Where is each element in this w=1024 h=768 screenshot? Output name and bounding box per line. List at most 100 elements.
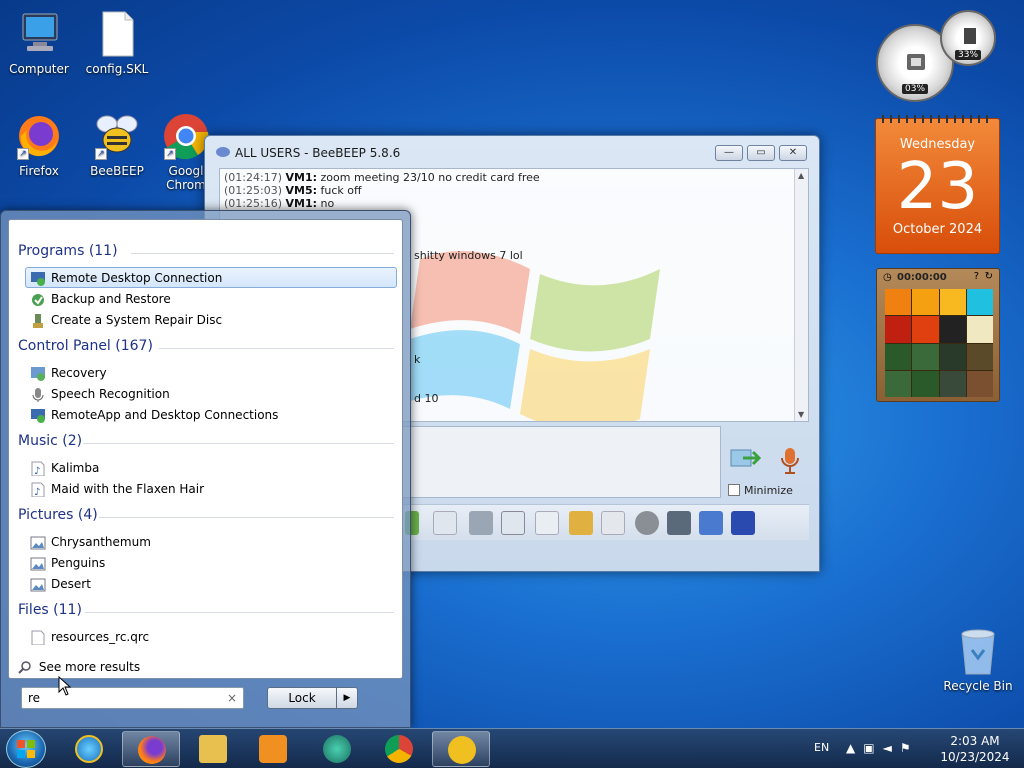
puzzle-timer: 00:00:00 [897, 272, 947, 283]
result-chrysanthemum[interactable]: Chrysanthemum [25, 531, 397, 552]
windows-logo-watermark [410, 251, 660, 421]
music-note-icon[interactable] [501, 511, 525, 535]
restore-button[interactable]: ▭ [747, 145, 775, 161]
code-icon[interactable] [601, 511, 625, 535]
start-menu[interactable]: Programs (11) Remote Desktop Connection … [0, 210, 411, 728]
cpu-meter-gadget[interactable]: 03% 33% [874, 8, 1000, 104]
taskbar-beebeep[interactable] [432, 731, 490, 767]
chat-message: (01:25:03) VM5: fuck off [224, 184, 362, 197]
group-programs: Programs (11) [18, 243, 118, 259]
taskbar: EN ▲▣◄⚑ 2:03 AM 10/23/2024 [0, 728, 1024, 768]
remote-desktop-icon [31, 272, 45, 286]
shortcut-arrow-icon: ↗ [95, 148, 107, 160]
download-icon[interactable] [433, 511, 457, 535]
search-results-panel: Programs (11) Remote Desktop Connection … [8, 219, 403, 679]
result-create-system-repair-disc[interactable]: Create a System Repair Disc [25, 309, 397, 330]
desktop-icon-firefox[interactable]: ↗ Firefox [0, 112, 78, 178]
taskbar-explorer[interactable] [184, 731, 242, 767]
edit-icon[interactable] [699, 511, 723, 535]
save-file-icon[interactable] [535, 511, 559, 535]
font-icon[interactable] [469, 511, 493, 535]
chrome-icon: ↗ [162, 112, 210, 160]
system-tray[interactable]: ▲▣◄⚑ [846, 741, 919, 755]
help-icon[interactable]: ? [974, 271, 979, 282]
repair-disc-icon [33, 314, 43, 328]
taskbar-ie[interactable] [60, 731, 118, 767]
start-button[interactable] [6, 730, 46, 768]
calendar-gadget[interactable]: Wednesday 23 October 2024 [875, 115, 1000, 254]
calendar-day: 23 [896, 150, 979, 224]
computer-icon [15, 10, 63, 58]
network-icon[interactable]: ▣ [863, 741, 882, 755]
scroll-down-icon[interactable]: ▼ [798, 410, 804, 419]
taskbar-media-player[interactable] [244, 731, 302, 767]
recovery-icon [31, 367, 45, 381]
bee-icon: ↗ [93, 112, 141, 160]
result-resources-rc-qrc[interactable]: resources_rc.qrc [25, 626, 397, 647]
group-control-panel: Control Panel (167) [18, 338, 153, 354]
screenshot-icon[interactable] [667, 511, 691, 535]
desktop-icon-recycle-bin[interactable]: Recycle Bin [940, 628, 1016, 693]
chat-scrollbar[interactable]: ▲ ▼ [794, 169, 808, 421]
window-titlebar[interactable]: ALL USERS - BeeBEEP 5.8.6 — ▭ ✕ [205, 136, 819, 168]
result-remoteapp-desktop-connections[interactable]: RemoteApp and Desktop Connections [25, 404, 397, 425]
send-icon[interactable] [729, 446, 761, 472]
image-file-icon [30, 578, 46, 592]
group-divider [131, 253, 394, 254]
result-remote-desktop-connection[interactable]: Remote Desktop Connection [25, 267, 397, 288]
taskbar-firefox[interactable] [122, 731, 180, 767]
lock-button[interactable]: Lock [267, 687, 337, 709]
recycle-bin-icon [961, 629, 995, 675]
desktop-icon-beebeep[interactable]: ↗ BeeBEEP [78, 112, 156, 178]
result-desert[interactable]: Desert [25, 573, 397, 594]
desktop-icon-computer[interactable]: Computer [0, 10, 78, 76]
language-indicator[interactable]: EN [814, 741, 829, 754]
firefox-icon: ↗ [15, 112, 63, 160]
cpu-chip-icon [907, 54, 925, 70]
minimize-button[interactable]: — [715, 145, 743, 161]
window-title: ALL USERS - BeeBEEP 5.8.6 [235, 146, 401, 160]
minimize-checkbox[interactable]: Minimize [728, 484, 793, 497]
result-recovery[interactable]: Recovery [25, 362, 397, 383]
clock-icon[interactable]: ◷ [883, 272, 892, 283]
memory-gauge: 33% [940, 10, 996, 66]
record-icon[interactable] [635, 511, 659, 535]
taskbar-chrome[interactable] [370, 731, 428, 767]
shortcut-arrow-icon: ↗ [17, 148, 29, 160]
taskbar-app[interactable] [308, 731, 366, 767]
desktop-icon-label: Recycle Bin [943, 679, 1013, 693]
backup-icon [32, 294, 44, 306]
result-kalimba[interactable]: ♪ Kalimba [25, 457, 397, 478]
chat-message: (01:25:16) VM1: no [224, 197, 335, 210]
clock-time: 2:03 AM [950, 734, 1000, 748]
folder-send-icon[interactable] [569, 511, 593, 535]
save-icon[interactable] [731, 511, 755, 535]
scroll-up-icon[interactable]: ▲ [798, 171, 804, 180]
result-backup-and-restore[interactable]: Backup and Restore [25, 288, 397, 309]
result-maid-with-flaxen-hair[interactable]: ♪ Maid with the Flaxen Hair [25, 478, 397, 499]
show-hidden-icons-icon[interactable]: ▲ [846, 741, 863, 755]
picture-puzzle-gadget[interactable]: ◷ 00:00:00 ? ↻ [876, 268, 1000, 402]
bee-icon [448, 736, 476, 764]
volume-muted-icon[interactable]: ◄ [883, 741, 900, 755]
see-more-results-link[interactable]: See more results [18, 660, 140, 674]
chat-message-partial: d 10 [414, 392, 439, 405]
result-speech-recognition[interactable]: Speech Recognition [25, 383, 397, 404]
taskbar-clock[interactable]: 2:03 AM 10/23/2024 [936, 733, 1014, 765]
folder-icon [199, 735, 227, 763]
minimize-label: Minimize [744, 484, 793, 497]
group-divider [159, 348, 394, 349]
refresh-icon[interactable]: ↻ [985, 271, 993, 282]
microphone-icon[interactable] [779, 446, 801, 476]
image-file-icon [30, 557, 46, 571]
cpu-percent: 03% [901, 84, 929, 94]
desktop-icon-config[interactable]: config.SKL [78, 10, 156, 76]
clear-search-icon[interactable]: × [227, 688, 237, 708]
result-penguins[interactable]: Penguins [25, 552, 397, 573]
desktop-icon-label: BeeBEEP [90, 164, 144, 178]
start-search-input[interactable]: re × [21, 687, 244, 709]
close-button[interactable]: ✕ [779, 145, 807, 161]
action-center-flag-icon[interactable]: ⚑ [900, 741, 919, 755]
power-options-arrow[interactable]: ▶ [337, 687, 358, 709]
puzzle-grid[interactable] [885, 289, 993, 397]
